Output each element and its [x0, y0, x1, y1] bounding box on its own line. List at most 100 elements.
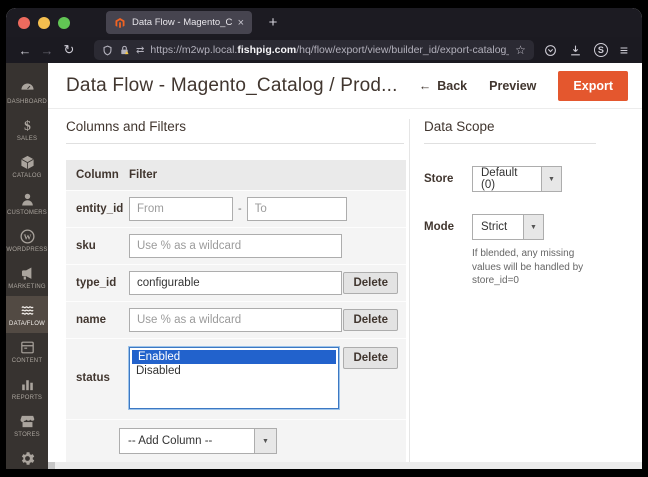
url-text: https://m2wp.local.fishpig.com/hq/flow/e… [150, 44, 509, 56]
store-label: Store [424, 173, 454, 185]
horizontal-scrollbar[interactable] [48, 462, 642, 469]
minimize-window-button[interactable] [38, 16, 50, 29]
marketing-icon [21, 267, 31, 280]
url-bar[interactable]: ⇄ https://m2wp.local.fishpig.com/hq/flow… [94, 40, 534, 60]
toolbar-right-icons: S ≡ [544, 42, 628, 58]
customers-icon [21, 193, 33, 206]
back-link[interactable]: ← Back [419, 79, 467, 93]
row-label: status [76, 372, 110, 384]
page-title: Data Flow - Magento_Catalog / Prod... [66, 74, 398, 96]
reload-button[interactable]: ↻ [58, 42, 80, 58]
sidebar-item-catalog[interactable]: CATALOG [6, 148, 48, 185]
row-name: name Delete [66, 301, 406, 338]
sidebar-item-reports[interactable]: REPORTS [6, 370, 48, 407]
mode-row: Mode Strict ▼ [424, 214, 642, 240]
divider [424, 143, 596, 144]
tab-title: Data Flow - Magento_Catalog / ... [132, 17, 232, 28]
sidebar-item-dataflow[interactable]: DATA/FLOW [6, 296, 48, 333]
lock-icon[interactable] [119, 45, 130, 56]
columns-table: Column Filter entity_id - sku [66, 160, 406, 464]
status-option-disabled[interactable]: Disabled [130, 364, 338, 378]
columns-and-filters-section: Columns and Filters Column Filter entity… [48, 119, 410, 469]
zoom-window-button[interactable] [58, 16, 70, 29]
mode-help-text: If blended, any missing values will be h… [472, 248, 584, 286]
browser-window: Data Flow - Magento_Catalog / ... × + ← … [6, 8, 642, 469]
chevron-down-icon[interactable]: ▼ [542, 166, 562, 192]
header-actions: ← Back Preview Export [419, 70, 628, 101]
sidebar-item-dashboard[interactable]: DASHBOARD [6, 74, 48, 111]
traffic-lights [18, 16, 70, 29]
delete-type-id-button[interactable]: Delete [343, 272, 398, 294]
row-label: sku [76, 240, 96, 252]
store-row: Store Default (0) ▼ [424, 166, 642, 192]
row-status: status Enabled Disabled Delete [66, 338, 406, 419]
row-type-id: type_id Delete [66, 264, 406, 301]
name-filter-input[interactable] [129, 308, 342, 332]
delete-status-button[interactable]: Delete [343, 347, 398, 369]
type-id-filter-input[interactable] [129, 271, 342, 295]
extension-icon[interactable]: S [593, 43, 608, 57]
chevron-down-icon[interactable]: ▼ [524, 214, 544, 240]
wordpress-icon: W [19, 229, 35, 244]
add-column-value[interactable]: -- Add Column -- [119, 428, 255, 454]
entity-id-from-input[interactable] [129, 197, 233, 221]
navigation-toolbar: ← → ↻ ⇄ https://m2wp.local.fishpig.com/h… [6, 37, 642, 63]
entity-id-to-input[interactable] [246, 197, 347, 221]
mode-value[interactable]: Strict [472, 214, 524, 240]
row-entity-id: entity_id - [66, 190, 406, 227]
main-panel: Data Flow - Magento_Catalog / Prod... ← B… [48, 63, 642, 469]
sidebar-item-wordpress[interactable]: W WORDPRESS [6, 222, 48, 259]
new-tab-button[interactable]: + [262, 14, 284, 31]
page-header: Data Flow - Magento_Catalog / Prod... ← B… [48, 63, 642, 109]
sidebar-item-content[interactable]: CONTENT [6, 333, 48, 370]
status-option-enabled[interactable]: Enabled [132, 350, 336, 364]
tab-close-icon[interactable]: × [238, 17, 244, 29]
sku-filter-input[interactable] [129, 234, 342, 258]
divider [66, 143, 404, 144]
pocket-icon[interactable] [544, 44, 557, 57]
page-content: Columns and Filters Column Filter entity… [48, 109, 642, 469]
svg-text:$: $ [24, 118, 31, 133]
close-window-button[interactable] [18, 16, 30, 29]
tab-bar: Data Flow - Magento_Catalog / ... × + [6, 8, 642, 37]
chevron-down-icon[interactable]: ▼ [255, 428, 277, 454]
forward-button[interactable]: → [36, 43, 58, 58]
add-column-select[interactable]: -- Add Column -- ▼ [119, 428, 277, 454]
download-icon[interactable] [569, 44, 582, 57]
browser-tab[interactable]: Data Flow - Magento_Catalog / ... × [106, 11, 252, 34]
row-label: name [76, 314, 107, 326]
sales-icon: $ [24, 118, 31, 133]
permissions-icon[interactable]: ⇄ [136, 45, 144, 56]
delete-name-button[interactable]: Delete [343, 309, 398, 331]
columns-section-title: Columns and Filters [66, 119, 187, 134]
magento-favicon-icon [115, 17, 125, 28]
add-column-row: -- Add Column -- ▼ [66, 419, 406, 464]
sidebar-item-stores[interactable]: STORES [6, 407, 48, 444]
bookmark-star-icon[interactable]: ☆ [515, 43, 526, 57]
dashboard-icon [20, 83, 34, 90]
magento-admin: DASHBOARD $ SALES CATALOG CUSTOMERS W WO… [6, 63, 642, 469]
menu-icon[interactable]: ≡ [620, 42, 628, 58]
store-select[interactable]: Default (0) ▼ [472, 166, 562, 192]
sidebar-item-customers[interactable]: CUSTOMERS [6, 185, 48, 222]
dataflow-icon [21, 306, 33, 315]
catalog-icon [20, 155, 34, 170]
shield-icon[interactable] [102, 45, 113, 56]
filter-header: Filter [129, 169, 158, 181]
column-header: Column [76, 169, 119, 181]
svg-text:W: W [23, 232, 31, 241]
preview-button[interactable]: Preview [489, 79, 536, 93]
sidebar-item-sales[interactable]: $ SALES [6, 111, 48, 148]
screenshot: Data Flow - Magento_Catalog / ... × + ← … [0, 0, 648, 477]
range-separator: - [238, 203, 242, 215]
sidebar-item-system[interactable]: SYSTEM [6, 444, 48, 469]
export-button[interactable]: Export [558, 70, 628, 101]
sidebar-item-marketing[interactable]: MARKETING [6, 259, 48, 296]
back-button[interactable]: ← [14, 43, 36, 58]
row-label: entity_id [76, 203, 124, 215]
mode-select[interactable]: Strict ▼ [472, 214, 544, 240]
scrollbar-corner [48, 462, 55, 469]
stores-icon [20, 415, 34, 428]
store-value[interactable]: Default (0) [472, 166, 542, 192]
status-multiselect[interactable]: Enabled Disabled [128, 346, 340, 410]
